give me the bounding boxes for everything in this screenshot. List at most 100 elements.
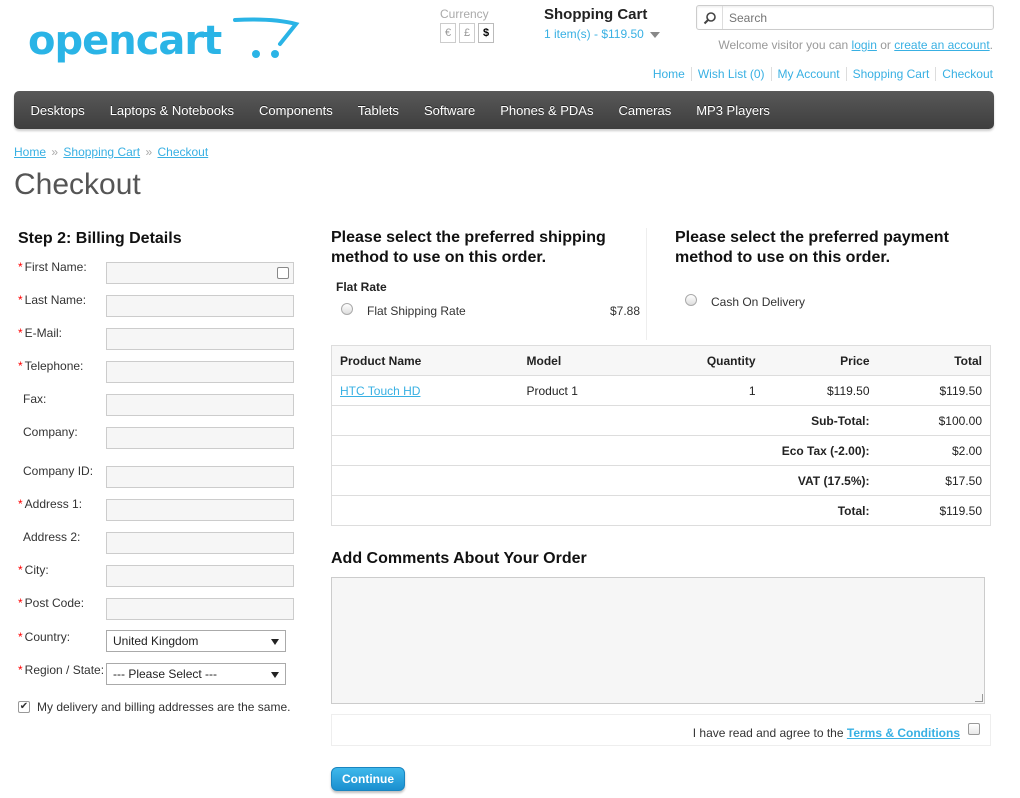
welcome-suffix: .: [989, 38, 993, 52]
breadcrumb-separator: »: [51, 145, 59, 159]
vat-label: VAT (17.5%):: [331, 465, 878, 496]
table-row: HTC Touch HD Product 1 1 $119.50 $119.50: [331, 375, 991, 406]
shipping-radio[interactable]: [341, 303, 353, 315]
menu-item-components[interactable]: Components: [247, 103, 346, 118]
currency-label: Currency: [440, 7, 489, 21]
eco-tax-value: $2.00: [877, 435, 991, 466]
search-input[interactable]: [725, 6, 991, 29]
billing-input[interactable]: [106, 427, 294, 449]
billing-field-label-text: Telephone:: [24, 359, 84, 373]
shipping-option-label[interactable]: Flat Shipping Rate: [367, 304, 466, 318]
billing-input[interactable]: [106, 328, 294, 350]
top-link-account[interactable]: My Account: [770, 67, 846, 81]
payment-radio[interactable]: [685, 294, 697, 306]
billing-field-label: * Telephone:: [18, 359, 106, 374]
billing-field-label: Address 2:: [18, 530, 106, 545]
resize-grip-icon[interactable]: [975, 694, 983, 702]
country-select[interactable]: United Kingdom: [106, 630, 286, 652]
terms-prefix: I have read and agree to the: [692, 726, 844, 740]
required-marker: *: [18, 260, 23, 274]
menu-item-cameras[interactable]: Cameras: [606, 103, 684, 118]
welcome-message: Welcome visitor you can login or create …: [718, 38, 993, 52]
menu-item-tablets[interactable]: Tablets: [345, 103, 411, 118]
billing-field-label-text: Fax:: [23, 392, 47, 406]
billing-field-label-text: Company:: [23, 425, 78, 439]
same-address-row: ✔ My delivery and billing addresses are …: [18, 700, 290, 714]
shipping-group-title: Flat Rate: [336, 280, 387, 294]
same-address-checkbox[interactable]: ✔: [18, 701, 30, 713]
comments-heading: Add Comments About Your Order: [331, 550, 587, 567]
terms-checkbox[interactable]: [968, 723, 980, 735]
top-link-wishlist[interactable]: Wish List (0): [690, 67, 771, 81]
search-button[interactable]: [697, 6, 723, 29]
login-link[interactable]: login: [852, 38, 877, 52]
subtotal-value: $100.00: [877, 405, 991, 436]
col-model: Model: [518, 345, 649, 376]
billing-input[interactable]: [106, 598, 294, 620]
shipping-option[interactable]: Flat Shipping Rate $7.88: [331, 303, 646, 319]
menu-item-phones[interactable]: Phones & PDAs: [488, 103, 606, 118]
billing-field-label-text: Post Code:: [24, 596, 85, 610]
total-row: Total: $119.50: [331, 495, 991, 526]
continue-button[interactable]: Continue: [331, 767, 405, 791]
create-account-link[interactable]: create an account: [894, 38, 989, 52]
required-marker: *: [18, 293, 23, 307]
billing-input[interactable]: [106, 499, 294, 521]
cart-title: Shopping Cart: [544, 6, 648, 23]
required-marker: *: [18, 563, 23, 577]
currency-pound-button[interactable]: £: [459, 23, 475, 43]
menu-item-software[interactable]: Software: [411, 103, 487, 118]
currency-selector: Currency € £ $: [440, 7, 497, 43]
vat-value: $17.50: [877, 465, 991, 496]
breadcrumb-checkout[interactable]: Checkout: [157, 145, 208, 159]
top-link-cart[interactable]: Shopping Cart: [845, 67, 936, 81]
billing-input[interactable]: [106, 532, 294, 554]
menu-item-laptops[interactable]: Laptops & Notebooks: [97, 103, 246, 118]
dropdown-arrow-icon: [271, 672, 279, 678]
top-link-checkout[interactable]: Checkout: [935, 67, 993, 81]
currency-euro-button[interactable]: €: [440, 23, 456, 43]
welcome-prefix: Welcome visitor you can: [718, 38, 849, 52]
menu-item-desktops[interactable]: Desktops: [18, 103, 97, 118]
billing-field-label: * E-Mail:: [18, 326, 106, 341]
product-price-cell: $119.50: [763, 375, 878, 406]
breadcrumb-cart[interactable]: Shopping Cart: [63, 145, 140, 159]
currency-dollar-button[interactable]: $: [478, 23, 494, 43]
cart-summary-link[interactable]: 1 item(s) - $119.50: [544, 27, 644, 41]
billing-field-label: * Last Name:: [18, 293, 106, 308]
payment-option[interactable]: Cash On Delivery: [675, 294, 991, 310]
billing-input[interactable]: [106, 565, 294, 587]
required-marker: *: [18, 359, 23, 373]
billing-input[interactable]: [106, 295, 294, 317]
product-link[interactable]: HTC Touch HD: [340, 384, 420, 398]
billing-field-label-text: First Name:: [24, 260, 87, 274]
top-link-home[interactable]: Home: [647, 67, 691, 81]
region-label: * Region / State:: [18, 663, 105, 677]
subtotal-row: Sub-Total: $100.00: [331, 405, 991, 436]
opencart-logo[interactable]: opencart: [28, 14, 303, 70]
comments-textarea[interactable]: [331, 577, 985, 704]
billing-input[interactable]: [106, 394, 294, 416]
country-label: * Country:: [18, 630, 71, 644]
product-name-cell: HTC Touch HD: [331, 375, 519, 406]
breadcrumb-separator: »: [145, 145, 153, 159]
eco-tax-label: Eco Tax (-2.00):: [331, 435, 878, 466]
region-select[interactable]: --- Please Select ---: [106, 663, 286, 685]
billing-input[interactable]: [106, 262, 294, 284]
billing-field-label: * City:: [18, 563, 106, 578]
billing-input[interactable]: [106, 361, 294, 383]
payment-option-label[interactable]: Cash On Delivery: [711, 295, 805, 309]
breadcrumb-home[interactable]: Home: [14, 145, 46, 159]
payment-method: Please select the preferred payment meth…: [675, 228, 991, 310]
shipping-option-price: $7.88: [609, 304, 640, 318]
billing-field-label-text: Company ID:: [23, 464, 94, 478]
dropdown-arrow-icon: [271, 639, 279, 645]
chevron-down-icon[interactable]: [649, 31, 660, 38]
menu-item-mp3[interactable]: MP3 Players: [684, 103, 783, 118]
search-box: [696, 5, 994, 30]
required-marker: *: [18, 596, 23, 610]
billing-field-label-text: City:: [24, 563, 49, 577]
billing-input[interactable]: [106, 466, 294, 488]
terms-link[interactable]: Terms & Conditions: [847, 726, 960, 740]
contact-card-icon[interactable]: [277, 267, 289, 279]
